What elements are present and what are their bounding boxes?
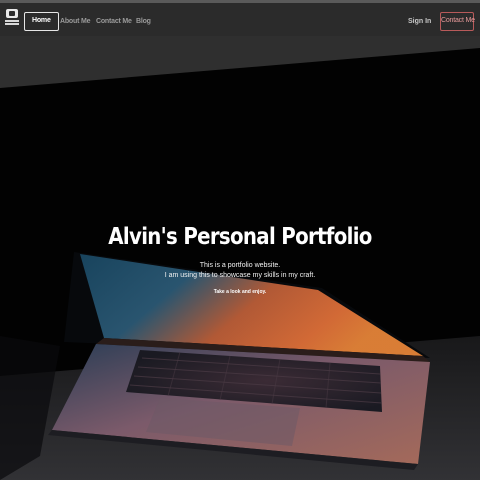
hero-background-image (0, 48, 480, 480)
hero-tagline: Take a look and enjoy. (213, 289, 267, 295)
sign-in-link[interactable]: Sign In (408, 12, 431, 31)
top-navbar: Home About Me Contact Me Blog Sign In Co… (0, 0, 480, 36)
brand-logo-icon[interactable] (5, 9, 19, 27)
hero-subtitle-line-1: This is a portfolio website. (199, 262, 281, 269)
nav-about-me-link[interactable]: About Me (60, 12, 90, 31)
hero-section: Alvin's Personal Portfolio This is a por… (0, 36, 480, 480)
hero-title: Alvin's Personal Portfolio (108, 224, 372, 250)
hero-subtitle-line-2: I am using this to showcase my skills in… (164, 272, 316, 279)
contact-me-button[interactable]: Contact Me (440, 12, 475, 31)
nav-blog-link[interactable]: Blog (136, 12, 151, 31)
nav-contact-me-link[interactable]: Contact Me (96, 12, 132, 31)
nav-home-link[interactable]: Home (24, 12, 59, 31)
